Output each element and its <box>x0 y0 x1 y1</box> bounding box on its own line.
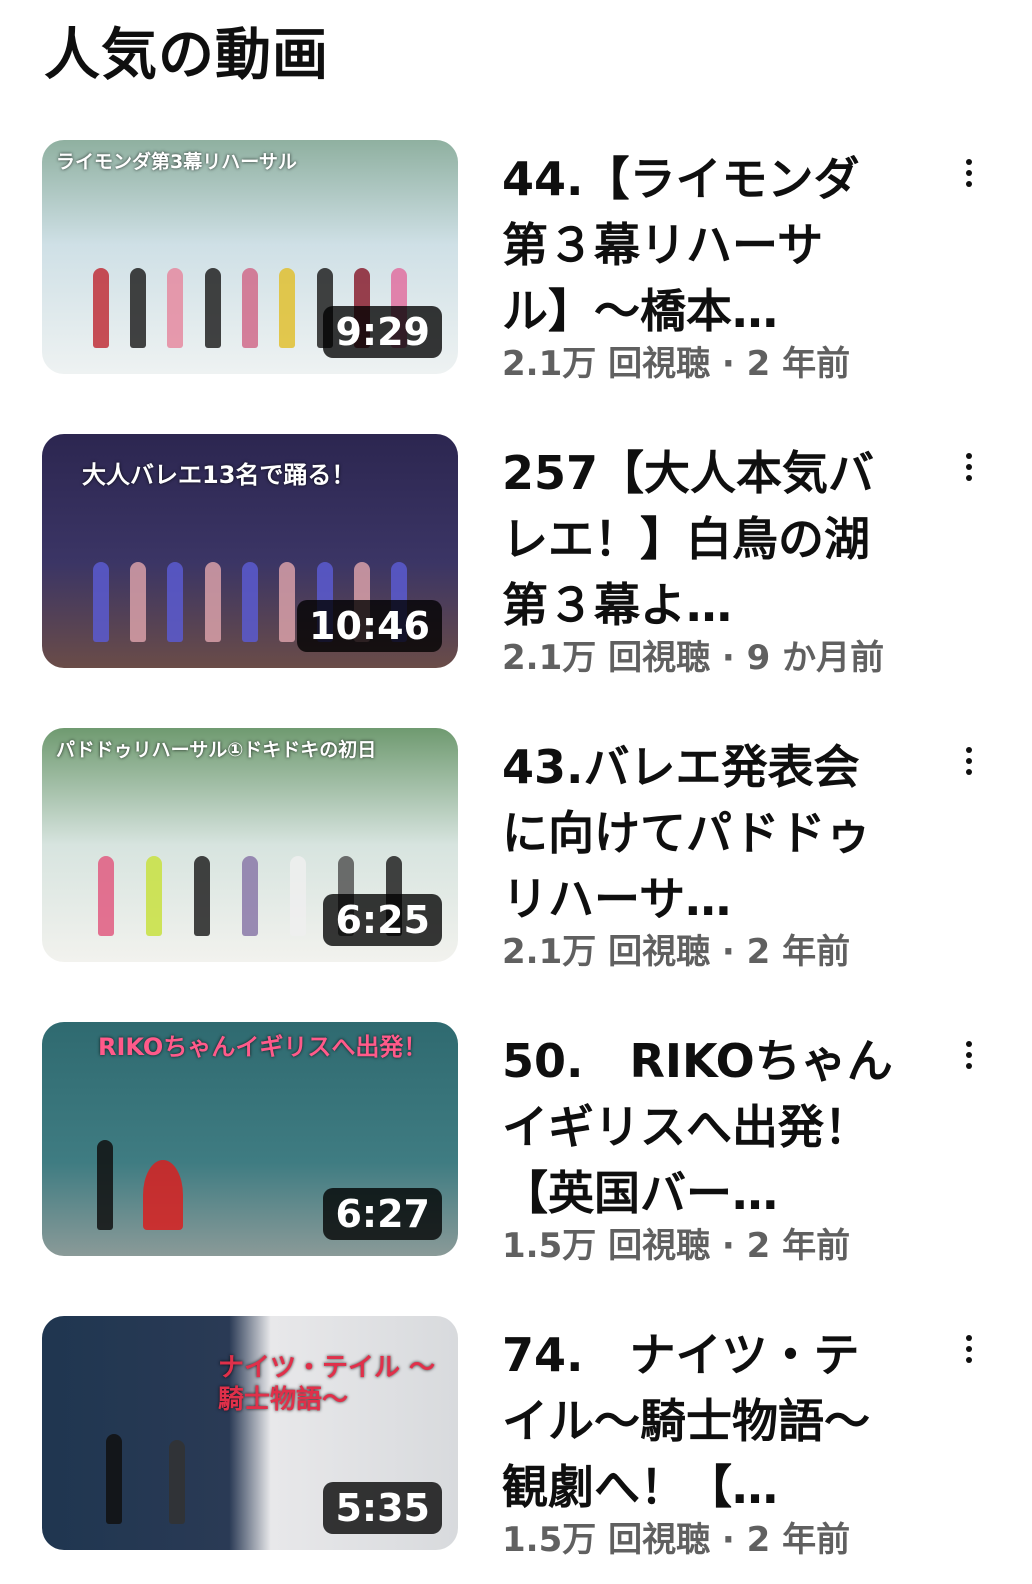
video-duration: 9:29 <box>323 306 442 358</box>
video-duration: 10:46 <box>297 600 442 652</box>
actors-illustration <box>82 1428 208 1524</box>
video-item[interactable]: ナイツ・テイル 〜騎士物語〜 5:35 74. ナイツ・テイル〜騎士物語〜観劇へ… <box>0 1316 1032 1560</box>
more-options-icon[interactable] <box>952 442 986 492</box>
video-item[interactable]: ライモンダ第3幕リハーサル 9:29 44.【ライモンダ第３幕リハーサル】〜橋本… <box>0 140 1032 384</box>
video-duration: 6:27 <box>323 1188 442 1240</box>
video-title[interactable]: 74. ナイツ・テイル〜騎士物語〜観劇へ！【… <box>502 1322 902 1520</box>
thumbnail-caption: ナイツ・テイル 〜騎士物語〜 <box>218 1353 436 1415</box>
video-item[interactable]: パドドゥリハーサル①ドキドキの初日 6:25 43.バレエ発表会に向けてパドドゥ… <box>0 728 1032 972</box>
more-options-icon[interactable] <box>952 1324 986 1374</box>
video-meta: 2.1万 回視聴 · 2 年前 <box>502 344 851 384</box>
more-options-icon[interactable] <box>952 1030 986 1080</box>
video-title[interactable]: 43.バレエ発表会に向けてパドドゥリハーサ… <box>502 734 902 932</box>
thumbnail-caption: パドドゥリハーサル①ドキドキの初日 <box>56 739 377 761</box>
video-duration: 5:35 <box>323 1482 442 1534</box>
video-title[interactable]: 257【大人本気バレエ！】白鳥の湖第３幕よ… <box>502 440 902 638</box>
video-duration: 6:25 <box>323 894 442 946</box>
video-title[interactable]: 44.【ライモンダ第３幕リハーサル】〜橋本… <box>502 146 902 344</box>
video-meta: 1.5万 回視聴 · 2 年前 <box>502 1520 851 1560</box>
video-thumbnail[interactable]: RIKOちゃんイギリスへ出発！ 6:27 <box>42 1022 458 1256</box>
video-title[interactable]: 50. RIKOちゃんイギリスへ出発！【英国バー… <box>502 1028 902 1226</box>
video-thumbnail[interactable]: ナイツ・テイル 〜騎士物語〜 5:35 <box>42 1316 458 1550</box>
dancers-illustration <box>82 1134 198 1230</box>
video-meta: 2.1万 回視聴 · 9 か月前 <box>502 638 885 678</box>
more-options-icon[interactable] <box>952 148 986 198</box>
video-meta: 1.5万 回視聴 · 2 年前 <box>502 1226 851 1266</box>
video-thumbnail[interactable]: 大人バレエ13名で踊る！ 10:46 <box>42 434 458 668</box>
thumbnail-caption: RIKOちゃんイギリスへ出発！ <box>98 1033 428 1061</box>
video-thumbnail[interactable]: パドドゥリハーサル①ドキドキの初日 6:25 <box>42 728 458 962</box>
thumbnail-caption: ライモンダ第3幕リハーサル <box>56 151 297 173</box>
section-title: 人気の動画 <box>44 23 329 88</box>
video-thumbnail[interactable]: ライモンダ第3幕リハーサル 9:29 <box>42 140 458 374</box>
video-item[interactable]: RIKOちゃんイギリスへ出発！ 6:27 50. RIKOちゃんイギリスへ出発！… <box>0 1022 1032 1266</box>
video-item[interactable]: 大人バレエ13名で踊る！ 10:46 257【大人本気バレエ！】白鳥の湖第３幕よ… <box>0 434 1032 678</box>
more-options-icon[interactable] <box>952 736 986 786</box>
video-meta: 2.1万 回視聴 · 2 年前 <box>502 932 851 972</box>
thumbnail-caption: 大人バレエ13名で踊る！ <box>82 461 356 489</box>
